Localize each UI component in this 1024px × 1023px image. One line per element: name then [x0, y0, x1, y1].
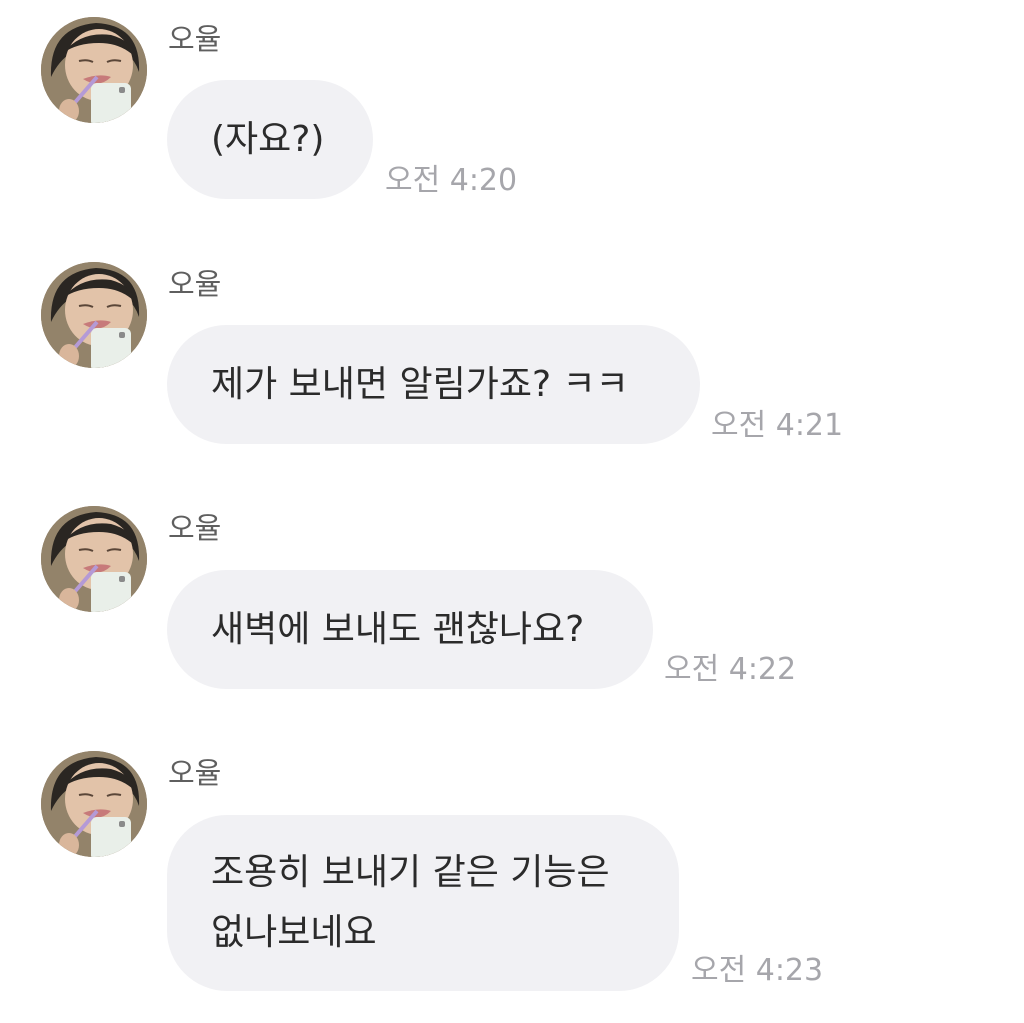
message-bubble[interactable]: 새벽에 보내도 괜찮나요? — [167, 570, 653, 689]
profile-photo-icon — [41, 17, 147, 123]
message-time: 오전 4:22 — [664, 652, 797, 687]
profile-photo-icon — [41, 262, 147, 368]
profile-photo-avatar[interactable] — [41, 17, 147, 123]
profile-photo-avatar[interactable] — [41, 262, 147, 368]
message-text: 새벽에 보내도 괜찮나요? — [211, 608, 585, 650]
message-time: 오전 4:20 — [385, 163, 518, 198]
message-time: 오전 4:23 — [691, 953, 824, 988]
profile-photo-avatar[interactable] — [41, 506, 147, 612]
message-text: 조용히 보내기 같은 기능은 없나보네요 — [211, 852, 610, 953]
sender-name: 오율 — [168, 511, 222, 545]
profile-photo-avatar[interactable] — [41, 751, 147, 857]
sender-name: 오율 — [168, 22, 222, 56]
profile-photo-icon — [41, 506, 147, 612]
message-time: 오전 4:21 — [711, 408, 844, 443]
message-bubble[interactable]: 제가 보내면 알림가죠? ㅋㅋ — [167, 325, 700, 444]
sender-name: 오율 — [168, 267, 222, 301]
message-text: (자요?) — [211, 118, 325, 160]
profile-photo-icon — [41, 751, 147, 857]
message-bubble[interactable]: 조용히 보내기 같은 기능은 없나보네요 — [167, 815, 679, 991]
message-text: 제가 보내면 알림가죠? ㅋㅋ — [211, 363, 629, 405]
sender-name: 오율 — [168, 756, 222, 790]
message-bubble[interactable]: (자요?) — [167, 80, 373, 199]
